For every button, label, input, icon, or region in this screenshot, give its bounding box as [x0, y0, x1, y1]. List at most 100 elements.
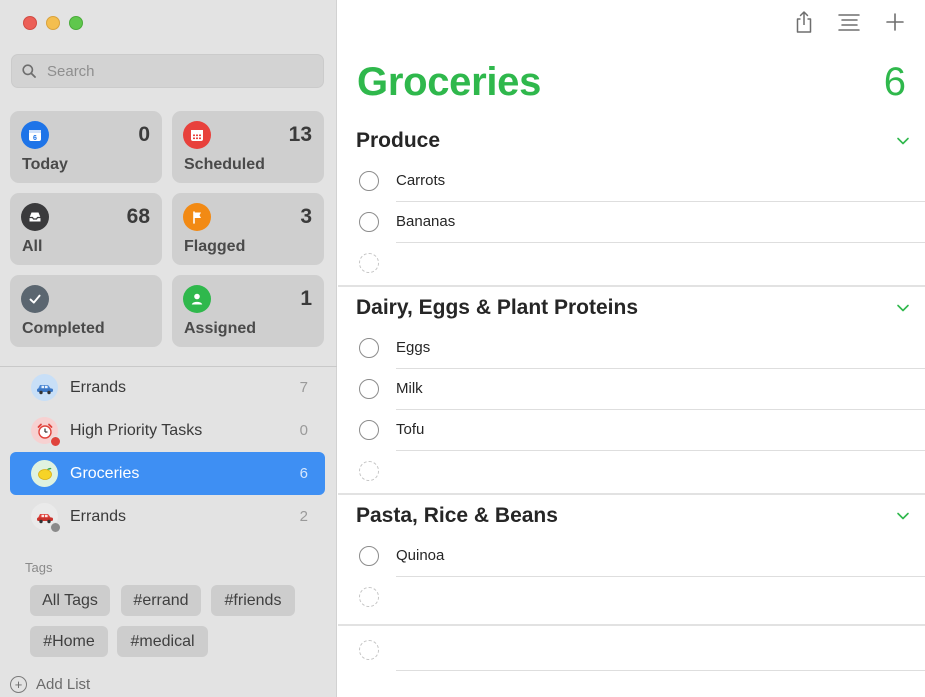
list-item-label: Errands: [70, 378, 127, 396]
add-list-button[interactable]: + Add List: [10, 676, 90, 693]
smart-list-label: Today: [22, 156, 68, 173]
smart-lists: 6 0 Today 13 Scheduled 68 All 3 Flagged …: [10, 111, 324, 347]
list-item-count: 0: [299, 422, 308, 439]
task-row[interactable]: Carrots: [358, 161, 925, 202]
task-row[interactable]: Quinoa: [358, 536, 925, 577]
add-reminder-button[interactable]: [882, 9, 908, 35]
task-checkbox[interactable]: [359, 212, 379, 232]
empty-checkbox[interactable]: [359, 461, 379, 481]
task-row[interactable]: Bananas: [358, 202, 925, 243]
task-title[interactable]: Quinoa: [396, 547, 444, 564]
tags-section-title: Tags: [25, 560, 53, 575]
list-title: Groceries: [357, 60, 542, 104]
share-icon: [796, 11, 812, 33]
section-divider: [338, 624, 925, 626]
chevron-down-icon[interactable]: [896, 509, 910, 523]
new-task-row[interactable]: [358, 577, 925, 618]
smart-list-label: Completed: [22, 320, 105, 337]
chevron-down-icon[interactable]: [896, 301, 910, 315]
task-row[interactable]: Eggs: [358, 328, 925, 369]
new-task-row[interactable]: [358, 451, 925, 492]
smart-list-assigned[interactable]: 1 Assigned: [172, 275, 324, 347]
section-divider: [338, 493, 925, 495]
person-icon: [183, 285, 211, 313]
flag-icon: [183, 203, 211, 231]
task-title[interactable]: Tofu: [396, 421, 424, 438]
tag-home[interactable]: #Home: [30, 626, 108, 657]
list-item-count: 2: [299, 508, 308, 525]
smart-list-label: Flagged: [184, 238, 246, 255]
list-item-groceries[interactable]: Groceries 6: [10, 452, 325, 495]
list-item-high-priority-tasks[interactable]: High Priority Tasks 0: [10, 409, 325, 452]
minimize-window-button[interactable]: [46, 16, 60, 30]
section-divider: [338, 285, 925, 287]
task-title[interactable]: Milk: [396, 380, 423, 397]
task-checkbox[interactable]: [359, 420, 379, 440]
task-checkbox[interactable]: [359, 171, 379, 191]
task-checkbox[interactable]: [359, 546, 379, 566]
list-item-errands[interactable]: Errands 7: [10, 366, 325, 409]
task-title[interactable]: Bananas: [396, 213, 455, 230]
list-item-count: 7: [299, 379, 308, 396]
list-item-label: Groceries: [70, 464, 140, 482]
section-title: Produce: [356, 129, 441, 152]
list-item-label: Errands: [70, 507, 127, 525]
new-task-row[interactable]: [358, 243, 925, 284]
smart-list-count: 68: [126, 205, 150, 228]
smart-list-label: Scheduled: [184, 156, 265, 173]
tag-all-tags[interactable]: All Tags: [30, 585, 110, 616]
calendar-icon: 6: [21, 121, 49, 149]
list-total-count: 6: [883, 60, 906, 104]
tag-errand[interactable]: #errand: [121, 585, 201, 616]
close-window-button[interactable]: [23, 16, 37, 30]
smart-list-count: 3: [300, 205, 312, 228]
list-item-label: High Priority Tasks: [70, 421, 203, 439]
sidebar: 6 0 Today 13 Scheduled 68 All 3: [0, 0, 337, 697]
view-options-button[interactable]: [836, 9, 862, 35]
task-row[interactable]: Tofu: [358, 410, 925, 451]
task-title[interactable]: Carrots: [396, 172, 445, 189]
smart-list-today[interactable]: 6 0 Today: [10, 111, 162, 183]
smart-list-label: All: [22, 238, 43, 255]
section-header-produce[interactable]: Produce: [356, 126, 916, 156]
share-button[interactable]: [791, 9, 817, 35]
alarm-clock-icon: [31, 417, 61, 447]
task-title[interactable]: Eggs: [396, 339, 430, 356]
search-input[interactable]: [47, 62, 307, 80]
task-checkbox[interactable]: [359, 379, 379, 399]
new-task-row[interactable]: [358, 630, 925, 671]
section-header-pasta[interactable]: Pasta, Rice & Beans: [356, 501, 916, 531]
empty-checkbox[interactable]: [359, 587, 379, 607]
smart-list-count: 0: [138, 123, 150, 146]
smart-list-all[interactable]: 68 All: [10, 193, 162, 265]
zoom-window-button[interactable]: [69, 16, 83, 30]
row-divider: [396, 670, 925, 671]
checkmark-icon: [21, 285, 49, 313]
tag-medical[interactable]: #medical: [117, 626, 208, 657]
list-item-errands-shared[interactable]: Errands 2: [10, 495, 325, 538]
tag-friends[interactable]: #friends: [211, 585, 295, 616]
window-controls: [23, 16, 83, 30]
add-list-label: Add List: [36, 676, 91, 693]
smart-list-completed[interactable]: Completed: [10, 275, 162, 347]
shared-badge-icon: [50, 436, 61, 447]
my-lists: Errands 7 High Priority Tasks 0 Grocerie…: [10, 366, 325, 538]
red-car-icon: [31, 503, 61, 533]
shared-badge-icon: [50, 522, 61, 533]
smart-list-flagged[interactable]: 3 Flagged: [172, 193, 324, 265]
section-title: Pasta, Rice & Beans: [356, 504, 558, 527]
tray-icon: [21, 203, 49, 231]
smart-list-scheduled[interactable]: 13 Scheduled: [172, 111, 324, 183]
task-checkbox[interactable]: [359, 338, 379, 358]
calendar-grid-icon: [183, 121, 211, 149]
task-row[interactable]: Milk: [358, 369, 925, 410]
search-field[interactable]: [11, 54, 324, 88]
section-header-dairy[interactable]: Dairy, Eggs & Plant Proteins: [356, 293, 916, 323]
empty-checkbox[interactable]: [359, 253, 379, 273]
section-title: Dairy, Eggs & Plant Proteins: [356, 296, 639, 319]
empty-checkbox[interactable]: [359, 640, 379, 660]
smart-list-count: 13: [288, 123, 312, 146]
add-circle-icon: +: [10, 676, 27, 693]
svg-text:6: 6: [33, 135, 37, 142]
chevron-down-icon[interactable]: [896, 134, 910, 148]
